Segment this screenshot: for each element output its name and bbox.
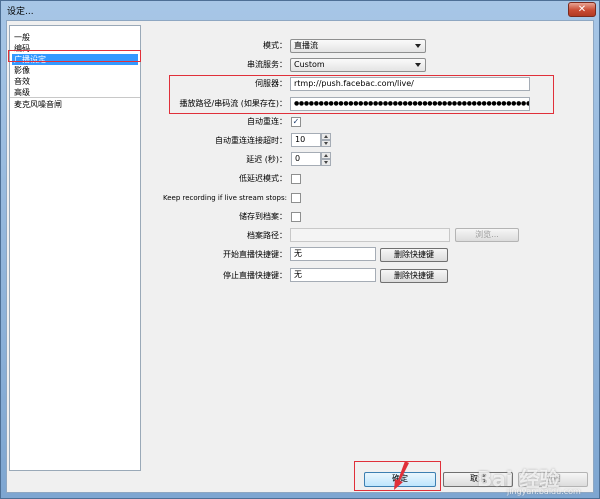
reconnect-timeout-value[interactable]: 10 (291, 133, 321, 147)
stream-key-label: 播放路径/串码流 (如果存在)： (179, 99, 287, 108)
spin-up-icon[interactable] (321, 133, 331, 140)
stop-hotkey-input[interactable]: 无 (290, 268, 376, 282)
delay-value[interactable]: 0 (291, 152, 321, 166)
close-icon: ✕ (577, 4, 587, 15)
keep-recording-label: Keep recording if live stream stops: (162, 194, 287, 202)
reconnect-timeout-stepper[interactable]: 10 (291, 133, 333, 147)
file-path-input[interactable] (290, 228, 450, 242)
spin-down-icon[interactable] (321, 159, 331, 166)
stop-hotkey-label: 停止直播快捷键： (223, 271, 287, 280)
dialog-body: 一般 编码 广播设定 影像 音效 高级 麦克风噪音闸 模式： 直播流 串流服务：… (6, 20, 594, 496)
file-path-label: 档案路径： (247, 231, 287, 240)
low-latency-label: 低延迟模式： (239, 174, 287, 183)
server-label: 伺服器： (255, 79, 287, 88)
start-hotkey-input[interactable]: 无 (290, 247, 376, 261)
low-latency-checkbox[interactable] (291, 174, 301, 184)
auto-reconnect-checkbox[interactable]: ✓ (291, 117, 301, 127)
save-to-file-label: 储存到档案： (239, 212, 287, 221)
browse-button[interactable]: 浏览... (455, 228, 519, 242)
save-to-file-checkbox[interactable] (291, 212, 301, 222)
sidebar-item-mic-noise-gate[interactable]: 麦克风噪音闸 (12, 99, 138, 110)
mode-select[interactable]: 直播流 (290, 39, 426, 53)
sidebar-item-broadcast-settings[interactable]: 广播设定 (12, 54, 138, 65)
service-select-value: Custom (294, 60, 325, 69)
stream-key-input[interactable]: ●●●●●●●●●●●●●●●●●●●●●●●●●●●●●●●●●●●●●●●●… (290, 97, 530, 111)
title-bar[interactable]: 设定... ✕ (1, 1, 599, 19)
chevron-down-icon (415, 44, 421, 48)
sidebar-item-video[interactable]: 影像 (12, 65, 138, 76)
server-input[interactable]: rtmp://push.facebac.com/live/ (290, 77, 530, 91)
service-label: 串流服务： (247, 60, 287, 69)
settings-category-list: 一般 编码 广播设定 影像 音效 高级 麦克风噪音闸 (9, 25, 141, 471)
sidebar-item-encoding[interactable]: 编码 (12, 43, 138, 54)
spin-down-icon[interactable] (321, 140, 331, 147)
delay-label: 延迟 (秒)： (246, 155, 287, 164)
clear-stop-hotkey-button[interactable]: 删除快捷键 (380, 269, 448, 283)
checkmark-icon: ✓ (292, 117, 300, 126)
chevron-down-icon (415, 63, 421, 67)
service-select[interactable]: Custom (290, 58, 426, 72)
start-hotkey-label: 开始直播快捷键： (223, 250, 287, 259)
clear-start-hotkey-button[interactable]: 删除快捷键 (380, 248, 448, 262)
mode-label: 模式： (263, 41, 287, 50)
close-button[interactable]: ✕ (568, 2, 596, 17)
watermark-url: jingyan.baidu.com (507, 487, 581, 496)
delay-stepper[interactable]: 0 (291, 152, 333, 166)
mode-select-value: 直播流 (294, 41, 318, 50)
settings-window: 设定... ✕ 一般 编码 广播设定 影像 音效 高级 麦克风噪音闸 模式： 直… (0, 0, 600, 499)
auto-reconnect-label: 自动重连： (247, 117, 287, 126)
keep-recording-checkbox[interactable] (291, 193, 301, 203)
window-title: 设定... (7, 7, 34, 17)
sidebar-divider (10, 97, 140, 98)
annotation-arrow-icon (394, 461, 409, 490)
sidebar-item-general[interactable]: 一般 (12, 32, 138, 43)
reconnect-timeout-label: 自动重连连接超时： (215, 136, 287, 145)
spin-up-icon[interactable] (321, 152, 331, 159)
sidebar-item-audio[interactable]: 音效 (12, 76, 138, 87)
